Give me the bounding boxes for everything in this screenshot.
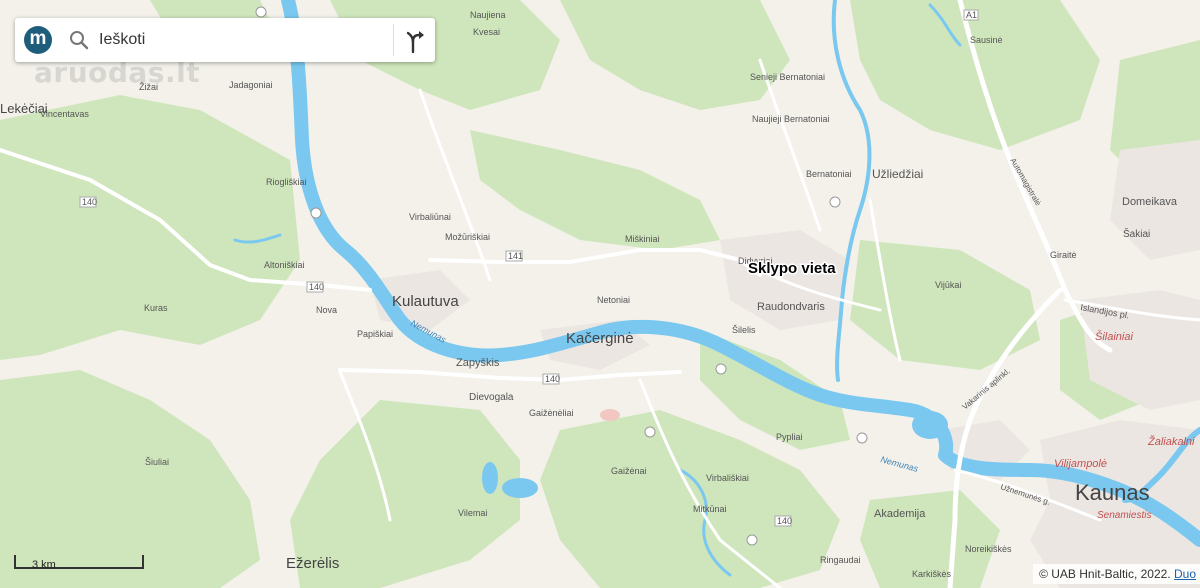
village-label-dievogala: Dievogala bbox=[469, 392, 514, 403]
village-label-senieji-bernatoniai: Senieji Bernatoniai bbox=[750, 72, 825, 82]
directions-icon[interactable] bbox=[399, 24, 431, 56]
village-label-raudondvaris: Raudondvaris bbox=[757, 301, 825, 313]
district-label-siliainiai: Šilainiai bbox=[1095, 330, 1133, 343]
app-logo[interactable]: m bbox=[24, 26, 52, 54]
search-bar: m bbox=[15, 18, 435, 62]
village-label-karkiskes: Karkiškės bbox=[912, 569, 952, 579]
road-shield-140-west: 140 bbox=[82, 197, 97, 207]
search-input[interactable] bbox=[99, 27, 379, 53]
city-label-kaunas: Kaunas bbox=[1075, 480, 1150, 505]
copyright-text: © UAB Hnit-Baltic, 2022. bbox=[1039, 567, 1171, 581]
road-shield-140-mitkunai: 140 bbox=[777, 516, 792, 526]
village-label-zapyskis: Zapyškis bbox=[456, 357, 500, 369]
village-label-riogliskiai: Riogliškiai bbox=[266, 177, 307, 187]
village-label-virbaliunai: Virbaliūnai bbox=[409, 212, 451, 222]
town-label-kulautuva: Kulautuva bbox=[392, 293, 459, 310]
village-label-silelis: Šilelis bbox=[732, 325, 756, 335]
search-divider bbox=[393, 24, 394, 56]
village-label-gaizeneliai: Gaižėnėliai bbox=[529, 408, 574, 418]
district-label-zaliakalnis: Žaliakalni bbox=[1147, 435, 1195, 448]
road-shield-141: 141 bbox=[508, 251, 523, 261]
village-label-mitkunai: Mitkūnai bbox=[693, 504, 727, 514]
road-shield-a1: A1 bbox=[966, 10, 977, 20]
village-label-uzliedziai: Užliedžiai bbox=[872, 167, 923, 181]
village-label-sausine: Sausinė bbox=[970, 35, 1003, 45]
village-label-vijukai: Vijūkai bbox=[935, 280, 961, 290]
village-label-jadagoniai: Jadagoniai bbox=[229, 80, 273, 90]
village-label-vincentavas: Vincentavas bbox=[40, 109, 89, 119]
village-label-miskiniai: Miškiniai bbox=[625, 234, 660, 244]
village-label-ringaudai: Ringaudai bbox=[820, 555, 861, 565]
road-shield-140-zapyskis: 140 bbox=[545, 374, 560, 384]
village-label-gaizenai: Gaižėnai bbox=[611, 466, 647, 476]
district-label-senamiestis: Senamiestis bbox=[1097, 510, 1151, 521]
village-label-noreikiskes: Noreikiškės bbox=[965, 544, 1012, 554]
village-label-nova: Nova bbox=[316, 305, 337, 315]
copyright-notice: © UAB Hnit-Baltic, 2022. Duo bbox=[1033, 564, 1200, 584]
map-scale-label: 3 km bbox=[32, 559, 56, 571]
copyright-link[interactable]: Duo bbox=[1174, 567, 1196, 581]
town-label-kacergine: Kačerginė bbox=[566, 330, 634, 347]
location-marker-label: Sklypo vieta bbox=[748, 260, 836, 277]
village-label-virbaliskiai: Virbališkiai bbox=[706, 473, 749, 483]
search-icon[interactable] bbox=[69, 30, 89, 50]
village-label-kuras: Kuras bbox=[144, 303, 168, 313]
village-label-naujieji-bernatoniai: Naujieji Bernatoniai bbox=[752, 114, 830, 124]
village-label-domeikava: Domeikava bbox=[1122, 196, 1178, 208]
village-label-pypliai: Pypliai bbox=[776, 432, 803, 442]
town-label-ezerelis: Ežerėlis bbox=[286, 555, 339, 572]
village-label-naujiena: Naujiena bbox=[470, 10, 506, 20]
village-label-altoniskiai: Altoniškiai bbox=[264, 260, 305, 270]
village-label-siulai: Šiuliai bbox=[145, 457, 169, 467]
village-label-papiskiai: Papiškiai bbox=[357, 329, 393, 339]
village-label-sakiai: Šakiai bbox=[1123, 227, 1150, 240]
village-label-mozuriskiai: Možūriškiai bbox=[445, 232, 490, 242]
village-label-bernatoniai: Bernatoniai bbox=[806, 169, 852, 179]
road-shield-140-kulautuva: 140 bbox=[309, 282, 324, 292]
village-label-akademija: Akademija bbox=[874, 508, 926, 520]
village-label-kvesai: Kvesai bbox=[473, 27, 500, 37]
district-label-vilijampole: Vilijampolė bbox=[1054, 458, 1107, 470]
village-label-vilemai: Vilemai bbox=[458, 508, 487, 518]
village-label-giraite: Giraitė bbox=[1050, 250, 1077, 260]
village-label-netoniai: Netoniai bbox=[597, 295, 630, 305]
